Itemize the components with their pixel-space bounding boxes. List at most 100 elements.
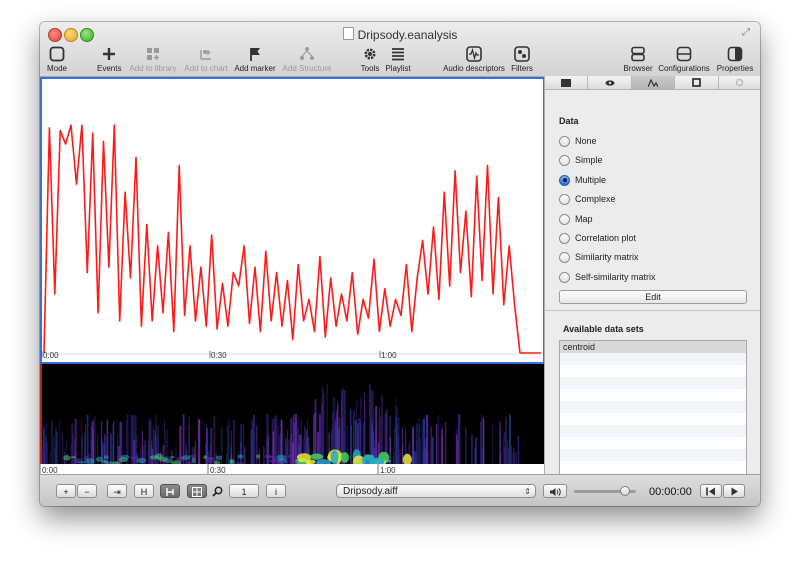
- radio-self-similarity-matrix[interactable]: Self-similarity matrix: [559, 270, 656, 284]
- toolbar-add-to-library[interactable]: Add to library: [128, 46, 178, 73]
- browser-icon: [631, 46, 645, 62]
- datasets-list[interactable]: centroid: [559, 340, 747, 492]
- spectrogram-energy: [310, 453, 323, 460]
- radio-button[interactable]: [559, 271, 570, 283]
- toolbar-filters[interactable]: Filters: [510, 46, 534, 73]
- spectrogram-streak: [198, 419, 201, 467]
- spectrogram-streak: [425, 438, 428, 467]
- spectrogram-streak: [471, 434, 473, 467]
- spectrogram-energy: [111, 461, 120, 465]
- fullscreen-icon[interactable]: ⤢: [742, 28, 752, 38]
- spectrogram-streak: [326, 383, 328, 467]
- time-tick-label: 0:30: [211, 351, 227, 360]
- volume-slider-thumb[interactable]: [619, 486, 630, 496]
- track-toggle-button[interactable]: [160, 484, 180, 498]
- spectrogram-streak: [288, 439, 291, 467]
- configurations-icon: [676, 46, 692, 62]
- radio-button[interactable]: [559, 193, 570, 205]
- spectrogram-streak: [65, 440, 68, 467]
- spectrogram-streak: [421, 419, 423, 467]
- timecode: 00:00:00: [649, 486, 692, 498]
- radio-correlation-plot[interactable]: Correlation plot: [559, 231, 636, 245]
- file-popup[interactable]: Dripsody.aiff ⇕: [336, 484, 536, 498]
- radio-button[interactable]: [559, 213, 570, 225]
- library-add-icon: [147, 48, 159, 60]
- spectrogram-energy: [191, 457, 196, 463]
- tab-curve[interactable]: [631, 76, 676, 89]
- volume-slider[interactable]: [574, 486, 636, 496]
- radio-button[interactable]: [559, 251, 570, 263]
- spectrogram-energy: [170, 456, 175, 459]
- radio-similarity-matrix[interactable]: Similarity matrix: [559, 250, 639, 264]
- toolbar-filters-label: Filters: [511, 64, 533, 73]
- spectrogram-streak: [474, 437, 477, 467]
- toolbar-configurations[interactable]: Configurations: [657, 46, 711, 73]
- spectrogram-streak: [46, 442, 48, 467]
- file-popup-label: Dripsody.aiff: [343, 486, 398, 497]
- volume-button[interactable]: [543, 484, 567, 498]
- toolbar-add-to-chart[interactable]: Add to chart: [183, 46, 229, 73]
- go-to-start-button[interactable]: [700, 484, 722, 498]
- list-row-empty: [560, 401, 746, 413]
- spectrogram-streak: [221, 427, 223, 467]
- spectrogram-streak: [55, 428, 58, 467]
- spectrogram-streak: [51, 419, 53, 467]
- spectrogram-streak: [510, 445, 512, 467]
- info-button[interactable]: i: [266, 484, 286, 498]
- radio-button[interactable]: [559, 154, 570, 166]
- descriptor-chart[interactable]: 0:00 0:30 1:00: [40, 77, 545, 364]
- radio-simple[interactable]: Simple: [559, 153, 603, 167]
- time-tick-label: 1:00: [381, 351, 397, 360]
- spectrogram-streak: [457, 435, 459, 467]
- tab-square[interactable]: [675, 76, 719, 89]
- zoom-out-button[interactable]: −: [77, 484, 97, 498]
- spectrogram-streak: [144, 440, 146, 467]
- fit-button[interactable]: ⇥: [107, 484, 127, 498]
- grid-toggle-button[interactable]: [187, 484, 207, 498]
- spectrogram-streak: [465, 427, 467, 467]
- spectrogram-streak: [205, 442, 207, 467]
- spectrogram[interactable]: 0:00 0:30 1:00: [40, 364, 544, 475]
- spectrogram-streak: [482, 418, 485, 467]
- radio-none[interactable]: None: [559, 134, 597, 148]
- radio-button[interactable]: [559, 135, 570, 147]
- spectrogram-energy: [104, 455, 109, 459]
- radio-map[interactable]: Map: [559, 212, 593, 226]
- toolbar-mode[interactable]: Mode: [46, 46, 68, 73]
- edit-button[interactable]: Edit: [559, 290, 747, 304]
- spectrogram-streak: [455, 423, 457, 467]
- tab-gear[interactable]: [719, 76, 760, 89]
- spectrogram-energy: [330, 450, 339, 465]
- toolbar-properties[interactable]: Properties: [716, 46, 754, 73]
- toolbar-add-structure[interactable]: Add Structure: [281, 46, 333, 73]
- play-button[interactable]: [723, 484, 745, 498]
- gear-icon: [736, 78, 744, 87]
- radio-complexe[interactable]: Complexe: [559, 192, 616, 206]
- chart-add-icon: [200, 50, 211, 60]
- list-item[interactable]: centroid: [560, 341, 746, 353]
- filter-icon: [514, 46, 530, 62]
- app-window: Dripsody.eanalysis ⤢ Mode Events Add to …: [40, 22, 760, 506]
- toolbar-tools[interactable]: Tools: [360, 46, 380, 73]
- radio-button[interactable]: [559, 232, 570, 244]
- tab-eye[interactable]: [588, 76, 632, 89]
- radio-multiple[interactable]: Multiple: [559, 173, 606, 187]
- toolbar-tools-label: Tools: [360, 64, 380, 73]
- zoom-in-button[interactable]: +: [56, 484, 76, 498]
- spectrogram-streak: [419, 438, 421, 467]
- toolbar-audio-descriptors[interactable]: Audio descriptors: [443, 46, 505, 73]
- properties-icon: [727, 46, 743, 62]
- radio-button-selected[interactable]: [559, 174, 570, 186]
- magnifier-icon[interactable]: [212, 486, 223, 497]
- toolbar-add-marker[interactable]: Add marker: [233, 46, 277, 73]
- page-field[interactable]: 1: [229, 484, 259, 498]
- toolbar-playlist[interactable]: Playlist: [385, 46, 411, 73]
- list-row-empty: [560, 425, 746, 437]
- tab-table[interactable]: [545, 76, 589, 89]
- h-button[interactable]: H: [134, 484, 154, 498]
- spectrogram-energy: [206, 457, 215, 460]
- toolbar-events[interactable]: Events: [97, 46, 121, 73]
- toolbar-browser[interactable]: Browser: [623, 46, 653, 73]
- spectrogram-streak: [263, 445, 265, 467]
- spectrogram-streak: [70, 445, 72, 467]
